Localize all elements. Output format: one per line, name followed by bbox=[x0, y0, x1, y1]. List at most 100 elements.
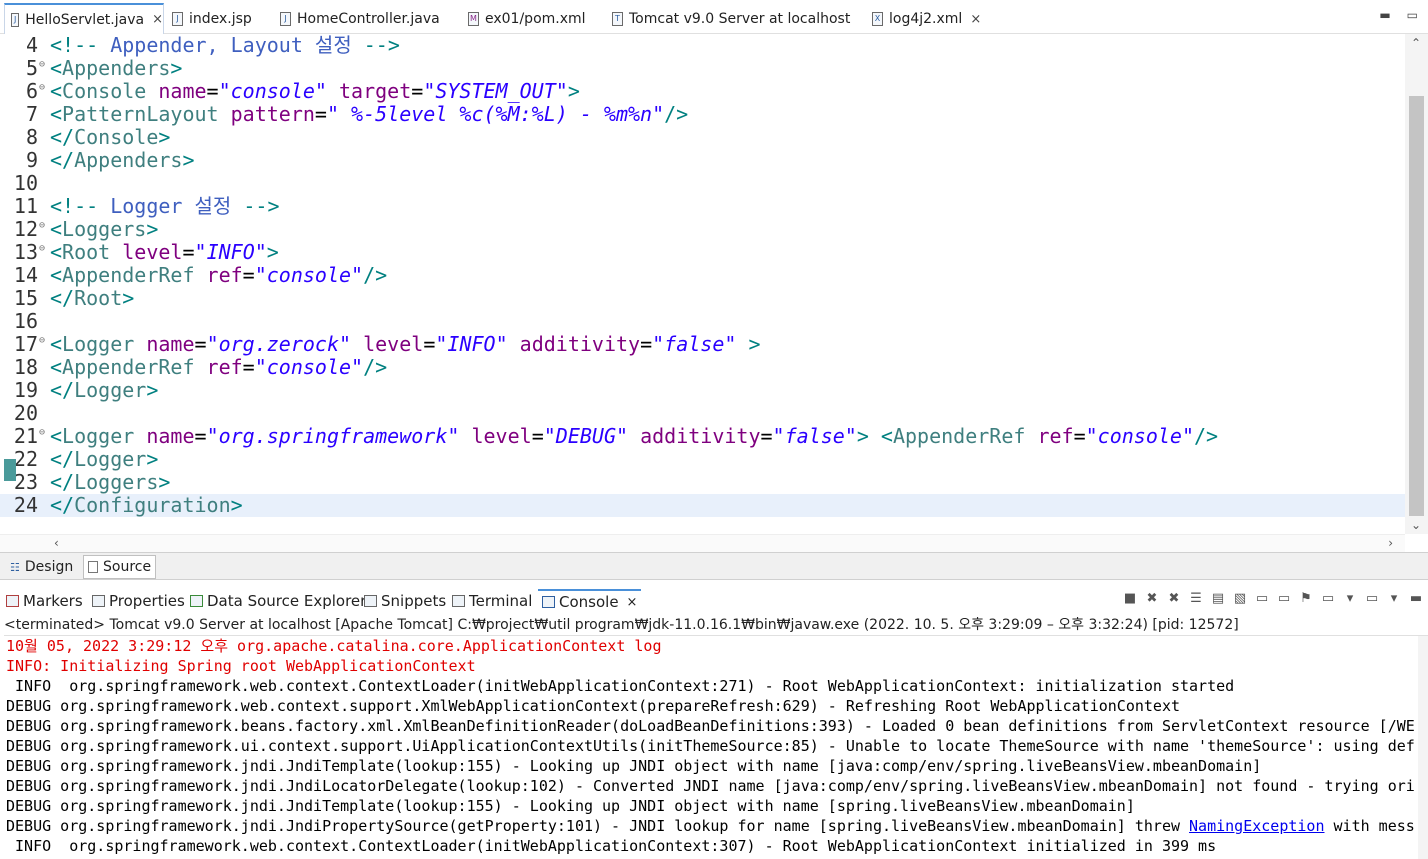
code-line[interactable]: 10 bbox=[0, 172, 1405, 195]
line-number: 8 bbox=[25, 125, 38, 149]
line-number: 16 bbox=[13, 309, 38, 333]
open-console-icon[interactable]: ▭ bbox=[1364, 591, 1380, 607]
scroll-up-icon[interactable]: ⌃ bbox=[1411, 36, 1421, 50]
fold-toggle-icon[interactable]: ⊖ bbox=[39, 83, 45, 93]
code-token: PatternLayout bbox=[62, 102, 231, 126]
tab-source-label: Source bbox=[103, 559, 152, 575]
tab-source[interactable]: Source bbox=[83, 555, 157, 579]
scroll-left-icon[interactable]: ‹ bbox=[54, 536, 59, 550]
code-line[interactable]: 18 <AppenderRef ref="console"/> bbox=[0, 356, 1405, 379]
tab-tomcat-server[interactable]: T Tomcat v9.0 Server at localhost bbox=[606, 5, 850, 33]
maximize-icon[interactable]: ▭ bbox=[1407, 8, 1418, 22]
fold-toggle-icon[interactable]: ⊖ bbox=[39, 428, 45, 438]
close-icon[interactable]: × bbox=[970, 12, 981, 27]
tab-terminal[interactable]: Terminal bbox=[452, 589, 532, 613]
code-line[interactable]: 13 ⊖ <Root level="INFO"> bbox=[0, 241, 1405, 264]
code-token: > bbox=[170, 56, 183, 80]
tab-console[interactable]: Console × bbox=[538, 589, 642, 613]
scroll-down-icon[interactable]: ⌄ bbox=[1411, 518, 1421, 532]
code-line[interactable]: 8 </Console> bbox=[0, 126, 1405, 149]
code-line[interactable]: 23 </Loggers> bbox=[0, 471, 1405, 494]
show-on-error-icon[interactable]: ▭ bbox=[1276, 591, 1292, 607]
scroll-lock-icon[interactable]: ▤ bbox=[1210, 591, 1226, 607]
view-label: Snippets bbox=[381, 592, 447, 610]
code-token: Logger bbox=[62, 332, 147, 356]
terminate-icon[interactable]: ■ bbox=[1122, 591, 1138, 607]
xml-editor[interactable]: 4 <!-- Appender, Layout 설정 --> 5 ⊖ <Appender… bbox=[0, 34, 1428, 552]
scroll-right-icon[interactable]: › bbox=[1388, 536, 1393, 550]
code-line[interactable]: 14 <AppenderRef ref="console"/> bbox=[0, 264, 1405, 287]
fold-toggle-icon[interactable]: ⊖ bbox=[39, 336, 45, 346]
code-token: </ bbox=[50, 447, 75, 471]
pin-console-icon[interactable]: ⚑ bbox=[1298, 591, 1314, 607]
code-token: " %-5level %c(%M:%L) - %m%n" bbox=[326, 102, 665, 126]
show-on-output-icon[interactable]: ▭ bbox=[1254, 591, 1270, 607]
minimize-icon[interactable]: ▬ bbox=[1379, 8, 1390, 22]
code-line[interactable]: 7 <PatternLayout pattern=" %-5level %c(%M… bbox=[0, 103, 1405, 126]
dropdown-icon[interactable]: ▾ bbox=[1342, 591, 1358, 607]
code-token: pattern bbox=[230, 102, 315, 126]
tab-index-jsp[interactable]: J index.jsp bbox=[166, 5, 252, 33]
code-line[interactable]: 24 </Configuration> bbox=[0, 494, 1405, 517]
code-line[interactable]: 17 ⊖ <Logger name="org.zerock" level="INFO… bbox=[0, 333, 1405, 356]
code-line[interactable]: 19 </Logger> bbox=[0, 379, 1405, 402]
code-line[interactable]: 9 </Appenders> bbox=[0, 149, 1405, 172]
code-token: ref bbox=[1037, 424, 1074, 448]
code-line[interactable]: 5 ⊖ <Appenders> bbox=[0, 57, 1405, 80]
console-text: DEBUG org.springframework.beans.factory.… bbox=[6, 717, 1415, 735]
console-line: DEBUG org.springframework.jndi.JndiPrope… bbox=[6, 816, 1418, 836]
code-line[interactable]: 16 bbox=[0, 310, 1405, 333]
tab-pom-xml[interactable]: M ex01/pom.xml bbox=[462, 5, 586, 33]
display-console-icon[interactable]: ▭ bbox=[1320, 591, 1336, 607]
code-token: Root bbox=[74, 286, 123, 310]
fold-toggle-icon[interactable]: ⊖ bbox=[39, 244, 45, 254]
code-token: "SYSTEM_OUT" bbox=[423, 79, 568, 103]
code-line[interactable]: 21 ⊖ <Logger name="org.springframework" le… bbox=[0, 425, 1405, 448]
code-token: < bbox=[50, 102, 63, 126]
tab-properties[interactable]: Properties bbox=[92, 589, 185, 613]
close-icon[interactable]: × bbox=[152, 12, 163, 27]
code-token: ref bbox=[206, 263, 243, 287]
code-token: AppenderRef bbox=[62, 263, 207, 287]
code-line[interactable]: 4 <!-- Appender, Layout 설정 --> bbox=[0, 34, 1405, 57]
fold-toggle-icon[interactable]: ⊖ bbox=[39, 221, 45, 231]
tab-markers[interactable]: Markers bbox=[6, 589, 83, 613]
editor-horizontal-scrollbar[interactable]: ‹ › bbox=[0, 534, 1405, 552]
word-wrap-icon[interactable]: ▧ bbox=[1232, 591, 1248, 607]
code-token: Root bbox=[62, 240, 123, 264]
line-number: 17 bbox=[13, 332, 38, 356]
tab-homecontroller[interactable]: J HomeController.java bbox=[274, 5, 440, 33]
tab-design-label: Design bbox=[24, 559, 74, 575]
minimize-icon[interactable]: ▬ bbox=[1408, 591, 1424, 607]
line-number: 15 bbox=[13, 286, 38, 310]
tab-log4j2-xml[interactable]: X log4j2.xml × bbox=[866, 5, 981, 33]
code-text: <Root level="INFO"> bbox=[50, 241, 279, 264]
code-line[interactable]: 15 </Root> bbox=[0, 287, 1405, 310]
dropdown-icon[interactable]: ▾ bbox=[1386, 591, 1402, 607]
code-token: Logger bbox=[74, 447, 147, 471]
exception-link[interactable]: NamingException bbox=[1189, 817, 1324, 835]
tab-snippets[interactable]: Snippets bbox=[364, 589, 446, 613]
tab-helloservlet[interactable]: J HelloServlet.java × bbox=[4, 3, 164, 34]
code-token: = bbox=[194, 332, 207, 356]
code-line[interactable]: 22 </Logger> bbox=[0, 448, 1405, 471]
console-text: DEBUG org.springframework.ui.context.sup… bbox=[6, 737, 1415, 755]
code-line[interactable]: 20 bbox=[0, 402, 1405, 425]
code-line[interactable]: 11 <!-- Logger 설정 --> bbox=[0, 195, 1405, 218]
console-text: INFO: Initializing Spring root WebApplic… bbox=[6, 657, 476, 675]
view-label: Markers bbox=[23, 592, 83, 610]
code-line[interactable]: 12 ⊖ <Loggers> bbox=[0, 218, 1405, 241]
line-number: 7 bbox=[25, 102, 38, 126]
fold-toggle-icon[interactable]: ⊖ bbox=[39, 60, 45, 70]
console-output[interactable]: 10월 05, 2022 3:29:12 오후 org.apache.catal… bbox=[0, 636, 1428, 859]
remove-all-icon[interactable]: ✖ bbox=[1166, 591, 1182, 607]
editor-vertical-scrollbar[interactable]: ⌃ ⌄ bbox=[1405, 34, 1428, 534]
code-line[interactable]: 6 ⊖ <Console name="console" target="SYSTEM… bbox=[0, 80, 1405, 103]
tab-data-source-explorer[interactable]: Data Source Explorer bbox=[190, 589, 366, 613]
remove-launch-icon[interactable]: ✖ bbox=[1144, 591, 1160, 607]
console-scrollbar[interactable] bbox=[1418, 636, 1428, 859]
close-icon[interactable]: × bbox=[627, 595, 638, 610]
clear-console-icon[interactable]: ☰ bbox=[1188, 591, 1204, 607]
scrollbar-thumb[interactable] bbox=[1409, 96, 1424, 516]
tab-design[interactable]: ☷ Design bbox=[6, 555, 77, 579]
